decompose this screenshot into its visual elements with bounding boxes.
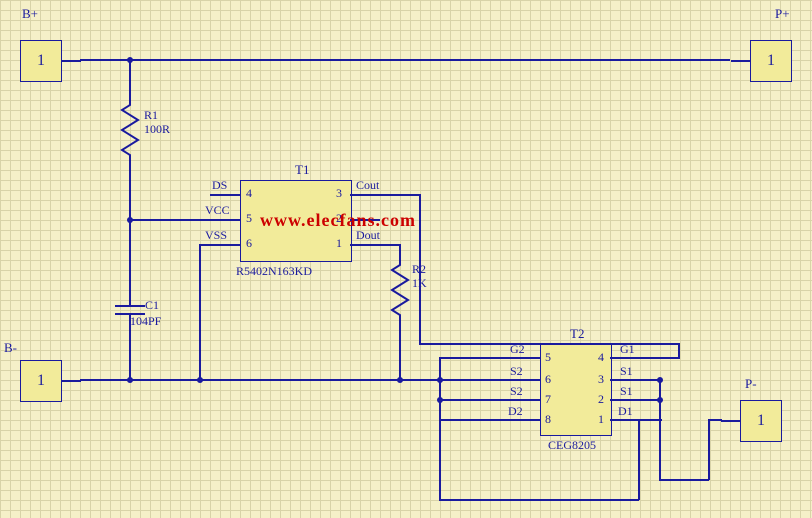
t2-pin2: 2 [598, 392, 604, 407]
t2-d1-name: D1 [618, 404, 633, 419]
c1-ref: C1 [145, 298, 159, 313]
wire [659, 380, 661, 480]
wire [439, 420, 441, 500]
wire [610, 379, 640, 381]
wire [510, 399, 540, 401]
wire [210, 244, 240, 246]
watermark: www.elecfans.com [260, 210, 416, 231]
port-pp-label: P+ [775, 6, 790, 22]
wire [439, 499, 639, 501]
resistor-r2 [390, 260, 410, 320]
wire [129, 220, 131, 298]
wire [510, 419, 540, 421]
wire [399, 244, 401, 260]
r2-val: 1K [412, 276, 427, 291]
t2-pin4: 4 [598, 350, 604, 365]
port-pm: 1 [740, 400, 782, 442]
resistor-r1 [120, 100, 140, 160]
t2-s2a-name: S2 [510, 364, 523, 379]
t2-pin8: 8 [545, 412, 551, 427]
wire [350, 244, 380, 246]
junction [127, 377, 133, 383]
t1-pin3: 3 [336, 186, 342, 201]
t1-pin1: 1 [336, 236, 342, 251]
port-bp-label: B+ [22, 6, 38, 22]
t2-g2-name: G2 [510, 342, 525, 357]
t1-pin5: 5 [246, 211, 252, 226]
wire [510, 379, 540, 381]
port-bp: 1 [20, 40, 62, 82]
wire [640, 357, 680, 359]
wire [439, 358, 441, 420]
t2-s1b-name: S1 [620, 384, 633, 399]
port-pm-label: P- [745, 376, 757, 392]
t1-pin6: 6 [246, 236, 252, 251]
wire-top [80, 59, 730, 61]
port-pm-pin: 1 [757, 412, 765, 430]
t1-vss-name: VSS [205, 228, 227, 243]
t2-ref: T2 [570, 326, 584, 342]
port-bm-pin: 1 [37, 372, 45, 390]
t1-vcc-name: VCC [205, 203, 230, 218]
schematic-canvas: B+ 1 P+ 1 B- 1 P- 1 R1 100R T1 DS 4 VCC … [0, 0, 812, 518]
wire [129, 60, 131, 100]
r1-val: 100R [144, 122, 170, 137]
t2-g1-name: G1 [620, 342, 635, 357]
wire [708, 420, 710, 480]
wire [610, 399, 640, 401]
port-bp-pin: 1 [37, 52, 45, 70]
wire [439, 419, 510, 421]
port-bm: 1 [20, 360, 62, 402]
wire [610, 419, 640, 421]
wire [210, 219, 240, 221]
wire [678, 343, 680, 358]
port-pp-pin: 1 [767, 52, 775, 70]
wire [440, 379, 510, 381]
r1-ref: R1 [144, 108, 158, 123]
junction [397, 377, 403, 383]
wire [510, 357, 540, 359]
t2-d2-name: D2 [508, 404, 523, 419]
t2-pin1: 1 [598, 412, 604, 427]
t1-ref: T1 [295, 162, 309, 178]
t1-part: R5402N163KD [236, 264, 312, 279]
port-pp: 1 [750, 40, 792, 82]
wire [399, 320, 401, 380]
wire-b-bus [200, 379, 440, 381]
wire [638, 420, 640, 500]
wire [199, 244, 211, 246]
c1-val: 104PF [130, 314, 161, 329]
t1-cout-name: Cout [356, 178, 379, 193]
t2-pin7: 7 [545, 392, 551, 407]
r2-ref: R2 [412, 262, 426, 277]
wire [129, 160, 131, 220]
wire [440, 399, 510, 401]
t2-s1a-name: S1 [620, 364, 633, 379]
wire [610, 357, 640, 359]
t1-pin4: 4 [246, 186, 252, 201]
wire [380, 244, 400, 246]
wire [199, 245, 201, 380]
t2-pin6: 6 [545, 372, 551, 387]
wire [130, 219, 210, 221]
port-bm-label: B- [4, 340, 17, 356]
wire [439, 357, 510, 359]
wire [708, 419, 722, 421]
wire [380, 194, 420, 196]
wire [659, 479, 709, 481]
t2-s2b-name: S2 [510, 384, 523, 399]
wire [210, 194, 240, 196]
wire [350, 194, 380, 196]
wire [129, 322, 131, 380]
t1-ds-name: DS [212, 178, 227, 193]
t2-pin3: 3 [598, 372, 604, 387]
t2-part: CEG8205 [548, 438, 596, 453]
t2-pin5: 5 [545, 350, 551, 365]
wire [80, 379, 200, 381]
